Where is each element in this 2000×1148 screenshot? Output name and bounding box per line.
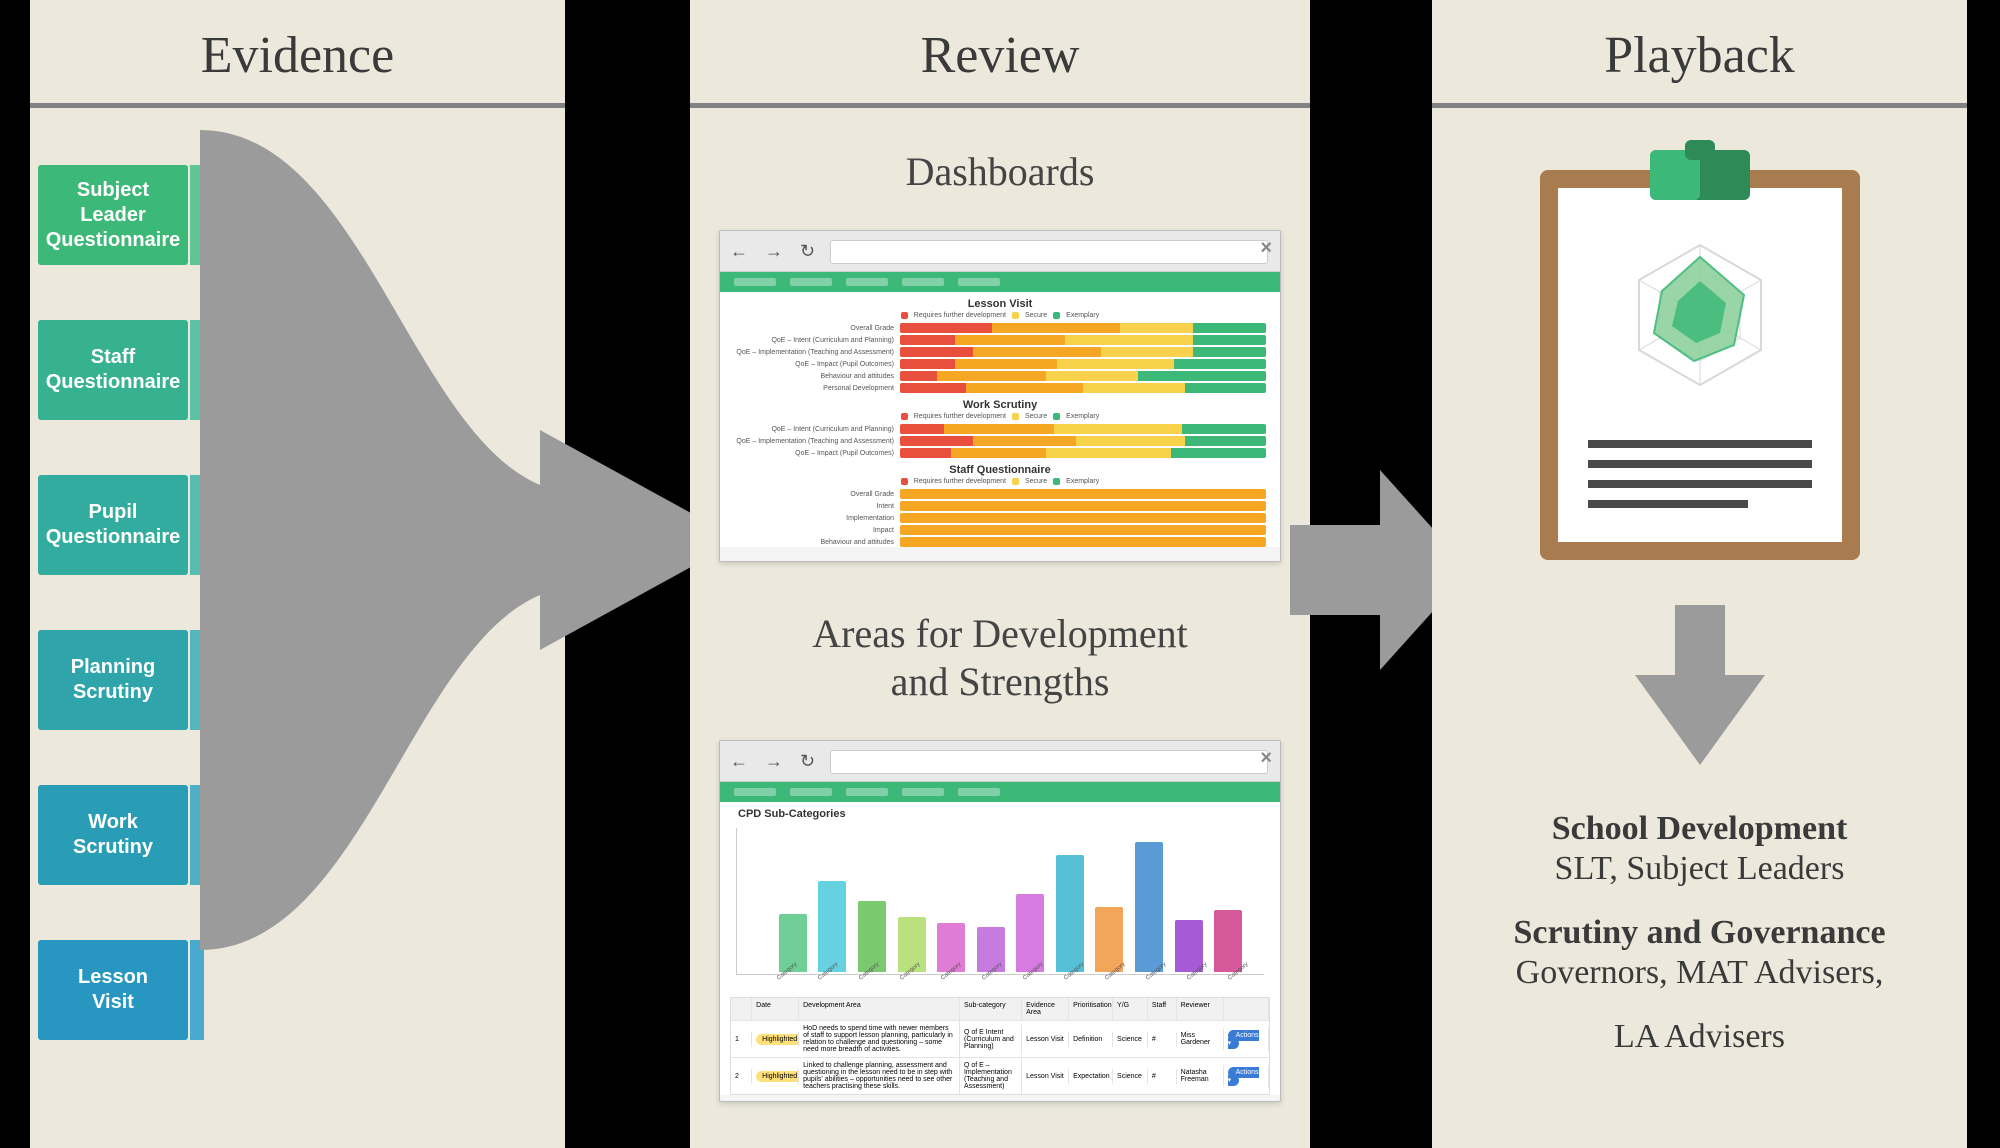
clipboard-illustration	[1530, 140, 1870, 575]
browser-nav-icons: ← → ↻	[730, 241, 821, 262]
chart-bar	[1135, 842, 1163, 972]
cpd-title: CPD Sub-Categories	[720, 808, 1280, 820]
dash-bar-row: QoE – Intent (Curriculum and Planning)	[734, 424, 1266, 434]
evidence-title: Evidence	[30, 0, 565, 103]
playback-title-bar: Playback	[1432, 0, 1967, 108]
dash-bar-row: Overall Grade	[734, 489, 1266, 499]
playback-line: School Development	[1432, 810, 1967, 848]
playback-line: Scrutiny and Governance	[1432, 914, 1967, 952]
dash-bar-row: QoE – Implementation (Teaching and Asses…	[734, 347, 1266, 357]
playback-line: Governors, MAT Advisers,	[1432, 954, 1967, 992]
dash-legend: Requires further developmentSecureExempl…	[720, 312, 1280, 319]
evidence-title-bar: Evidence	[30, 0, 565, 108]
dash-bar-row: Overall Grade	[734, 323, 1266, 333]
address-bar	[830, 750, 1268, 774]
app-navbar	[720, 272, 1280, 292]
browser-nav-icons: ← → ↻	[730, 751, 821, 772]
dash-bar-row: Implementation	[734, 513, 1266, 523]
close-icon: ×	[1260, 747, 1272, 770]
browser-areas: ← → ↻ × CPD Sub-Categories CategoryCateg…	[719, 740, 1281, 1102]
dash-section-title: Work Scrutiny	[720, 399, 1280, 411]
table-row: 1HighlightedHoD needs to spend time with…	[731, 1020, 1269, 1057]
evidence-box: PlanningScrutiny	[38, 630, 188, 730]
review-sub-dashboards: Dashboards	[690, 148, 1310, 196]
table-row: 2HighlightedLinked to challenge planning…	[731, 1057, 1269, 1094]
dash-bar-row: Personal Development	[734, 383, 1266, 393]
playback-title: Playback	[1432, 0, 1967, 103]
bar-chart-xlabels: CategoryCategoryCategoryCategoryCategory…	[720, 975, 1280, 991]
app-navbar	[720, 782, 1280, 802]
dash-bar-row: Impact	[734, 525, 1266, 535]
playback-line: LA Advisers	[1432, 1018, 1967, 1056]
chart-bar	[1175, 920, 1203, 972]
dash-legend: Requires further developmentSecureExempl…	[720, 478, 1280, 485]
chart-bar	[1095, 907, 1123, 972]
down-arrow-icon	[1635, 605, 1765, 765]
browser-chrome: ← → ↻ ×	[720, 741, 1280, 782]
diagram-canvas: Evidence SubjectLeaderQuestionnaire Staff…	[0, 0, 2000, 1148]
chart-bar	[1214, 910, 1242, 972]
chart-bar	[1056, 855, 1084, 972]
dash-bar-row: QoE – Intent (Curriculum and Planning)	[734, 335, 1266, 345]
close-icon: ×	[1260, 237, 1272, 260]
playback-line: SLT, Subject Leaders	[1432, 850, 1967, 888]
dash-bar-row: QoE – Implementation (Teaching and Asses…	[734, 436, 1266, 446]
actions-button[interactable]: Actions ▾	[1228, 1067, 1259, 1086]
dash-legend: Requires further developmentSecureExempl…	[720, 413, 1280, 420]
evidence-box: StaffQuestionnaire	[38, 320, 188, 420]
dash-bar-row: QoE – Impact (Pupil Outcomes)	[734, 359, 1266, 369]
address-bar	[830, 240, 1268, 264]
evidence-box: LessonVisit	[38, 940, 188, 1040]
areas-content: CPD Sub-Categories CategoryCategoryCateg…	[720, 782, 1280, 1095]
dev-table: DateDevelopment AreaSub-categoryEvidence…	[730, 997, 1270, 1095]
browser-chrome: ← → ↻ ×	[720, 231, 1280, 272]
panel-review: Review Dashboards ← → ↻ × Lesson Visit Re…	[690, 0, 1310, 1148]
panel-playback: Playback	[1432, 0, 1967, 1148]
dash-section-title: Lesson Visit	[720, 298, 1280, 310]
dash-bar-row: Intent	[734, 501, 1266, 511]
evidence-box-edge	[190, 940, 204, 1040]
review-title-bar: Review	[690, 0, 1310, 108]
evidence-box: SubjectLeaderQuestionnaire	[38, 165, 188, 265]
playback-text-block: School DevelopmentSLT, Subject Leaders Sc…	[1432, 810, 1967, 1082]
dashboards-content: Lesson Visit Requires further development…	[720, 272, 1280, 547]
evidence-box: PupilQuestionnaire	[38, 475, 188, 575]
dash-bar-row: Behaviour and attitudes	[734, 371, 1266, 381]
funnel-arrow	[200, 130, 740, 950]
dash-bar-row: Behaviour and attitudes	[734, 537, 1266, 547]
dash-bar-row: QoE – Impact (Pupil Outcomes)	[734, 448, 1266, 458]
review-title: Review	[690, 0, 1310, 103]
panel-evidence: Evidence SubjectLeaderQuestionnaire Staff…	[30, 0, 565, 1148]
dash-section-title: Staff Questionnaire	[720, 464, 1280, 476]
actions-button[interactable]: Actions ▾	[1228, 1030, 1259, 1049]
review-sub-areas: Areas for Development and Strengths	[690, 610, 1310, 706]
evidence-box: WorkScrutiny	[38, 785, 188, 885]
bar-chart	[736, 828, 1264, 975]
browser-dashboards: ← → ↻ × Lesson Visit Requires further dev…	[719, 230, 1281, 562]
